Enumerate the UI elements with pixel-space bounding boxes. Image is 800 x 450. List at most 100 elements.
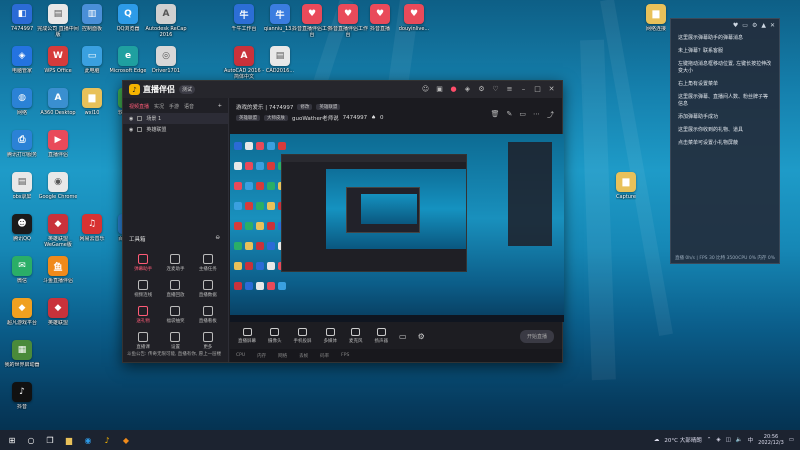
tool-label: 福袋抽奖 (166, 319, 185, 324)
pin-icon[interactable]: ▲ (761, 22, 766, 29)
scene-checkbox[interactable] (137, 127, 143, 132)
source-button[interactable]: 摄像头 (268, 328, 282, 344)
desktop-icon-item[interactable]: A Autodesk ReCap 2016 (144, 4, 188, 38)
share-icon[interactable]: ⤴ (547, 110, 554, 120)
tool-button[interactable]: 直播课 (127, 332, 159, 350)
tab-mobile-game[interactable]: 手游 (169, 103, 179, 110)
desktop-icon-item[interactable]: ◎ Driver1701 (144, 46, 188, 74)
desktop-icon-item[interactable]: ♥ douyinlive... (392, 4, 436, 32)
input-method-icon[interactable]: 中 (748, 436, 754, 444)
tool-button[interactable]: 设置 (159, 332, 191, 350)
nested-titlebar (282, 155, 466, 162)
weather-text[interactable]: 20°C 大部晴朗 (664, 436, 701, 444)
volume-icon[interactable]: 🔈 (736, 437, 743, 443)
tool-button[interactable]: 连麦助手 (159, 254, 191, 272)
qq-browser-icon[interactable]: ◉ (81, 433, 95, 447)
tray-up-icon[interactable]: ⌃ (707, 437, 712, 443)
settings-icon[interactable]: ⚙ (477, 85, 486, 94)
category-select[interactable]: 英雄联盟 (316, 103, 341, 110)
explorer-icon[interactable]: ▆ (62, 433, 76, 447)
tab-voice[interactable]: 语音 (184, 103, 194, 110)
maximize-icon[interactable]: □ (533, 85, 542, 94)
search-icon[interactable]: ○ (24, 433, 38, 447)
tool-button[interactable]: 福袋抽奖 (159, 306, 191, 324)
tool-icon (138, 254, 149, 264)
tag-1[interactable]: 英雄联盟 (236, 114, 260, 121)
source-button[interactable]: 手机投屏 (294, 328, 312, 344)
camera-toggle-icon[interactable]: ▭ (399, 332, 407, 341)
printer-icon: ⎙ (12, 130, 32, 150)
notification-center-icon[interactable]: ▭ (789, 437, 794, 443)
skin-icon[interactable]: ◈ (463, 85, 472, 94)
tool-button[interactable]: 直播数据 (192, 280, 224, 298)
weather-icon[interactable]: ☁ (654, 437, 660, 443)
source-button[interactable]: 直播屏幕 (238, 328, 256, 344)
shield-tray-icon[interactable]: ◈ (716, 437, 720, 443)
preview-mini-icon (256, 242, 264, 250)
tool-button[interactable]: 主播任务 (192, 254, 224, 272)
tool-button[interactable]: 弹幕助手 (127, 254, 159, 272)
start-live-button[interactable]: 开始直播 (519, 329, 554, 343)
scene-item-2[interactable]: ◉ 英雄联盟 (123, 124, 228, 135)
tool-button[interactable]: 视频连线 (127, 280, 159, 298)
desktop-icon-item[interactable]: ▶ 直播伴侣 (36, 130, 80, 158)
start-button-icon[interactable]: ⊞ (5, 433, 19, 447)
desktop-icon-item[interactable]: ▤ CAD2016... (258, 46, 302, 74)
scene-checkbox[interactable] (137, 116, 143, 121)
danmaku-assistant-panel[interactable]: ♥ ▭ ⚙ ▲ ✕ 这里展示弹幕助手的弹幕消息 未上弹幕？联系客服 左键拖动消息框移… (670, 18, 780, 264)
eye-icon[interactable]: ◉ (129, 127, 133, 133)
source-button[interactable]: 扬声器 (375, 328, 388, 344)
toolbox-collapse-icon[interactable]: ⊖ (215, 235, 220, 243)
lock-icon[interactable]: ▭ (742, 22, 748, 29)
network-icon[interactable]: ◫ (726, 437, 731, 443)
edit-icon[interactable]: ✎ (507, 110, 513, 120)
folder-icon: ▆ (646, 4, 666, 24)
desktop-icon-item[interactable]: ▦ 我的世界启动器 (0, 340, 44, 368)
user-icon[interactable]: ☺ (421, 85, 430, 94)
tool-button[interactable]: 直播回放 (159, 280, 191, 298)
preview-mini-icon (256, 162, 264, 170)
task-view-icon[interactable]: ❐ (43, 433, 57, 447)
close-icon[interactable]: ✕ (770, 22, 775, 29)
tool-label: 直播看板 (198, 319, 217, 324)
gift-icon[interactable]: ▣ (435, 85, 444, 94)
add-scene-icon[interactable]: + (218, 103, 222, 110)
tab-realtime[interactable]: 实况 (154, 103, 164, 110)
danmaku-message: 左键拖动消息框移动位置, 左键长按拉伸改变大小 (678, 61, 772, 74)
stream-preview[interactable] (230, 134, 564, 322)
source-toolbar: 直播屏幕 摄像头 手机投屏 多媒体 麦克风 扬声器 ▭ ⚙ 开始直播 (230, 322, 562, 350)
douyu-taskbar-icon[interactable]: ◆ (119, 433, 133, 447)
eye-icon[interactable]: ◉ (129, 116, 133, 122)
tool-button[interactable]: 更多 (192, 332, 224, 350)
settings-icon[interactable]: ⚙ (418, 332, 425, 341)
desktop-icon-item[interactable]: ◉ Google Chrome (36, 172, 80, 200)
settings-icon[interactable]: ⚙ (752, 22, 757, 29)
feedback-icon[interactable]: ♡ (491, 85, 500, 94)
menu-icon[interactable]: ≡ (505, 85, 514, 94)
app-titlebar[interactable]: ♪ 直播伴侣 测试 ☺ ▣ ● ◈ ⚙ ♡ ≡ – □ ✕ (123, 81, 562, 98)
tag-2[interactable]: 大师皮肤 (264, 114, 288, 121)
like-icon[interactable]: ♥ (733, 22, 738, 29)
tab-video-live[interactable]: 视频直播 (129, 103, 149, 110)
desktop-icon-item[interactable]: 鱼斗鱼直播伴侣 (36, 256, 80, 284)
close-icon[interactable]: ✕ (547, 85, 556, 94)
preview-mini-icon (245, 282, 253, 290)
delete-icon[interactable]: 🗑 (491, 110, 500, 120)
tool-button[interactable]: 送礼物 (127, 306, 159, 324)
clock[interactable]: 20:56 2022/12/3 (758, 434, 784, 446)
tool-label: 送礼物 (136, 319, 150, 324)
edit-room-button[interactable]: 修改 (297, 103, 313, 110)
minimize-icon[interactable]: – (519, 85, 528, 94)
tool-icon (170, 280, 181, 290)
source-button[interactable]: 麦克风 (349, 328, 363, 344)
live-companion-taskbar-icon[interactable]: ♪ (100, 433, 114, 447)
more-icon[interactable]: ⋯ (533, 110, 540, 120)
lock-icon[interactable]: ▭ (519, 110, 526, 120)
desktop-icon-item[interactable]: ▆ Capture (604, 172, 648, 200)
desktop-icon-item[interactable]: ◆ 英雄联盟 (36, 298, 80, 326)
tool-button[interactable]: 直播看板 (192, 306, 224, 324)
source-button[interactable]: 多媒体 (324, 328, 337, 344)
desktop-icon-item[interactable]: ♪ 抖音 (0, 382, 44, 410)
notification-icon[interactable]: ● (449, 85, 458, 94)
scene-item-1[interactable]: ◉ 场景 1 (123, 113, 228, 124)
